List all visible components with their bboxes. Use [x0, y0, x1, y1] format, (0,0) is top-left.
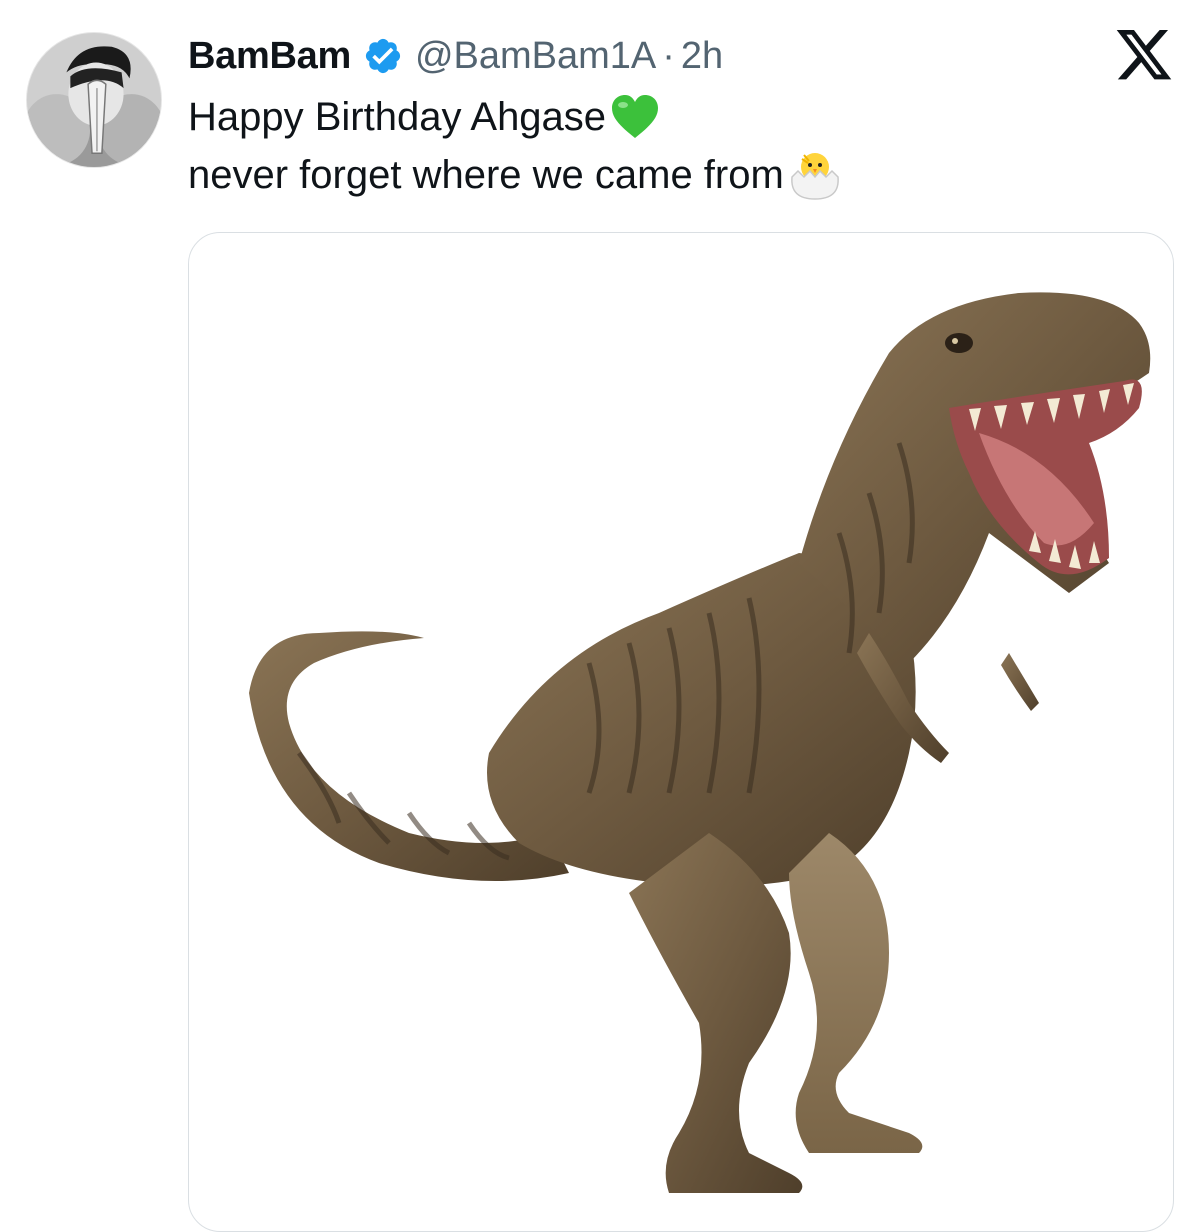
profile-photo-icon: [27, 33, 161, 167]
green-heart-icon: [610, 94, 660, 140]
author-name[interactable]: BamBam: [188, 35, 351, 78]
tweet-text-line-2-content: never forget where we came from: [188, 153, 784, 197]
tweet-text-line-2: never forget where we came from: [188, 146, 842, 204]
tweet-card[interactable]: BamBam @BamBam1A · 2h Happy Birthday Ahg…: [0, 0, 1200, 1232]
tweet-text-line-1: Happy Birthday Ahgase: [188, 88, 842, 146]
tweet-text: Happy Birthday Ahgase never forget where…: [188, 88, 842, 204]
author-handle[interactable]: @BamBam1A: [415, 35, 656, 78]
timestamp[interactable]: 2h: [681, 35, 723, 78]
tweet-text-line-1-content: Happy Birthday Ahgase: [188, 95, 607, 139]
tweet-header: BamBam @BamBam1A · 2h: [188, 26, 723, 86]
tweet-media[interactable]: [188, 232, 1174, 1232]
avatar[interactable]: [26, 32, 162, 168]
hatching-chick-icon: [788, 149, 842, 201]
t-rex-image: [249, 292, 1151, 1193]
separator-dot: ·: [662, 34, 675, 77]
x-logo-icon[interactable]: [1116, 30, 1172, 80]
verified-badge-icon: [363, 36, 403, 76]
